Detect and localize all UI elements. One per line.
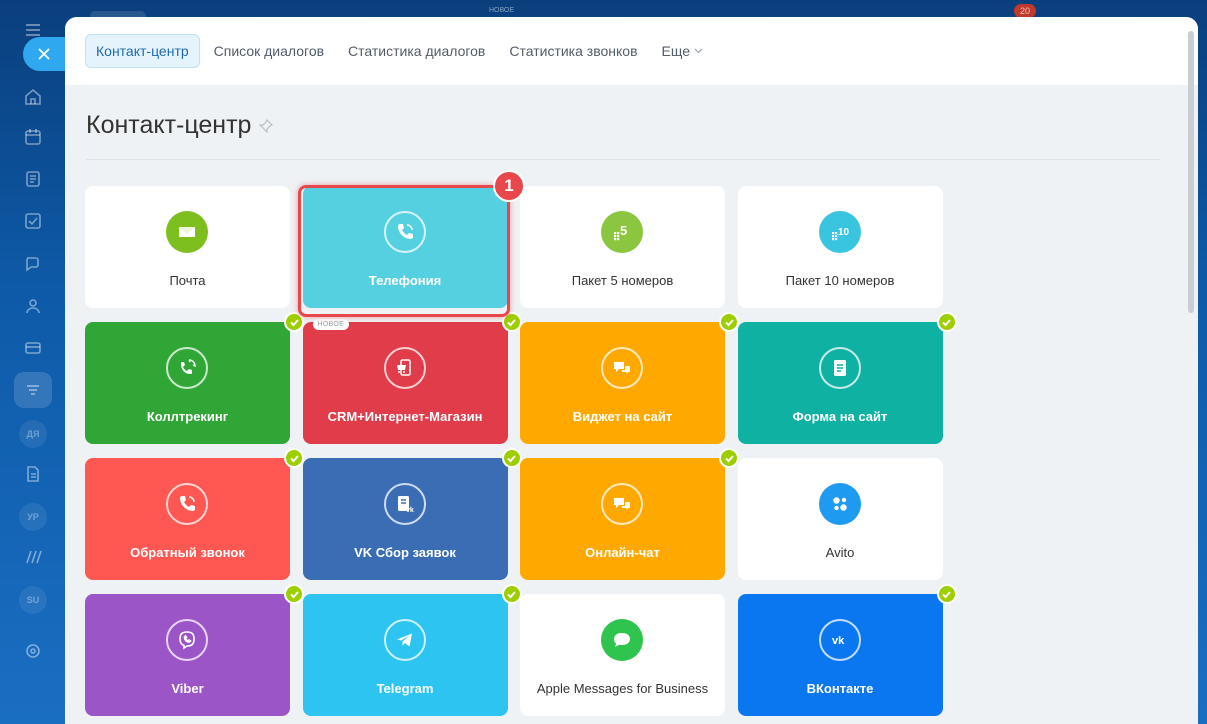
- connector-tile-calltracking[interactable]: Коллтрекинг: [85, 312, 304, 444]
- tab-more[interactable]: Еще: [652, 35, 714, 67]
- notification-badge: 20: [1014, 4, 1036, 18]
- apple-messages-icon: [601, 619, 643, 661]
- connector-tile-chat[interactable]: Виджет на сайт: [520, 312, 739, 444]
- chats-icon[interactable]: [22, 252, 44, 274]
- connector-tile-form[interactable]: Форма на сайт: [737, 312, 957, 444]
- new-badge: НОВОЕ: [312, 319, 350, 330]
- tasks-icon[interactable]: [22, 210, 44, 232]
- slashes-icon[interactable]: [22, 546, 44, 568]
- connected-check-icon: [284, 448, 304, 468]
- calltracking-icon: [166, 347, 208, 389]
- chat-icon: [601, 347, 643, 389]
- tile-label: Виджет на сайт: [572, 409, 673, 424]
- connector-tile-mail[interactable]: Почта: [85, 186, 290, 308]
- divider: [86, 159, 1160, 160]
- connector-tile-vk[interactable]: vk ВКонтакте: [737, 584, 957, 716]
- page-header: Контакт-центр: [86, 111, 274, 140]
- card-icon[interactable]: [22, 337, 44, 359]
- tile-label: Онлайн-чат: [585, 545, 660, 560]
- connector-tile-viber[interactable]: Viber: [85, 584, 304, 716]
- connector-tile-numbers-10[interactable]: 10 Пакет 10 номеров: [737, 186, 943, 308]
- connector-tile-vk-leads[interactable]: vk VK Сбор заявок: [302, 448, 522, 580]
- tab-contact-center[interactable]: Контакт-центр: [85, 34, 200, 68]
- mail-icon: [166, 211, 208, 253]
- contact-center-panel: Контакт-центр Список диалогов Статистика…: [65, 17, 1198, 724]
- connected-check-icon: [936, 312, 957, 332]
- avatar[interactable]: УР: [19, 503, 47, 531]
- chat-icon: [601, 483, 643, 525]
- settings-icon[interactable]: [22, 640, 44, 662]
- tab-more-label: Еще: [661, 43, 691, 59]
- connector-tile-phone[interactable]: Телефония: [302, 176, 522, 308]
- tile-label: Форма на сайт: [792, 409, 888, 424]
- users-icon[interactable]: [22, 295, 44, 317]
- connected-check-icon: [936, 584, 957, 604]
- tile-label: Viber: [171, 681, 204, 696]
- tile-label: Обратный звонок: [130, 545, 245, 560]
- viber-icon: [166, 619, 208, 661]
- connector-tile-chat[interactable]: Онлайн-чат: [520, 448, 739, 580]
- tile-label: CRM+Интернет-Магазин: [327, 409, 483, 424]
- avatar[interactable]: SU: [19, 586, 47, 614]
- connector-tile-callback[interactable]: Обратный звонок: [85, 448, 304, 580]
- phone-icon: [383, 211, 426, 253]
- avito-icon: [818, 483, 861, 525]
- tile-label: VK Сбор заявок: [354, 545, 456, 560]
- connected-check-icon: [501, 312, 522, 332]
- connected-check-icon: [284, 312, 304, 332]
- tile-label: ВКонтакте: [806, 681, 874, 696]
- pin-icon[interactable]: [259, 118, 274, 133]
- tile-label: Telegram: [376, 681, 434, 696]
- tab-call-stats[interactable]: Статистика звонков: [499, 35, 647, 67]
- connected-check-icon: [719, 448, 739, 468]
- scrollbar[interactable]: [1188, 31, 1194, 313]
- vk-leads-icon: vk: [383, 483, 426, 525]
- svg-text:vk: vk: [406, 507, 414, 514]
- svg-text:10: 10: [838, 227, 850, 238]
- callback-icon: [166, 483, 208, 525]
- tile-label: Пакет 5 номеров: [571, 273, 674, 288]
- tile-label: Avito: [825, 545, 855, 560]
- close-slider-button[interactable]: [23, 37, 65, 71]
- top-navigation: Контакт-центр Список диалогов Статистика…: [65, 17, 1198, 85]
- connector-tile-avito[interactable]: Avito: [737, 458, 943, 580]
- svg-text:5: 5: [620, 223, 627, 238]
- numbers-5-icon: 5: [601, 211, 643, 253]
- form-icon: [818, 347, 861, 389]
- connected-check-icon: [719, 312, 739, 332]
- tile-label: Почта: [169, 273, 206, 288]
- tile-label: Пакет 10 номеров: [785, 273, 895, 288]
- connector-tile-shop[interactable]: CRM+Интернет-Магазин НОВОЕ: [302, 312, 522, 444]
- vk-icon: vk: [818, 619, 861, 661]
- tab-dialog-stats[interactable]: Статистика диалогов: [338, 35, 495, 67]
- connector-tile-numbers-5[interactable]: 5 Пакет 5 номеров: [520, 186, 725, 308]
- numbers-10-icon: 10: [818, 211, 861, 253]
- connected-check-icon: [501, 448, 522, 468]
- background-new-label: НОВОЕ: [489, 7, 515, 14]
- step-marker: 1: [493, 170, 525, 202]
- chevron-down-icon: [694, 46, 703, 56]
- svg-text:vk: vk: [832, 635, 845, 647]
- connector-tile-apple-messages[interactable]: Apple Messages for Business: [520, 594, 725, 716]
- connector-tile-telegram[interactable]: Telegram: [302, 584, 522, 716]
- connected-check-icon: [284, 584, 304, 604]
- tab-dialog-list[interactable]: Список диалогов: [204, 35, 334, 67]
- funnel-icon[interactable]: [22, 379, 44, 401]
- calendar-icon[interactable]: [22, 126, 44, 148]
- connected-check-icon: [501, 584, 522, 604]
- telegram-icon: [383, 619, 426, 661]
- document-icon[interactable]: [22, 168, 44, 190]
- tile-label: Apple Messages for Business: [536, 681, 709, 696]
- close-icon: [38, 48, 50, 60]
- avatar[interactable]: ДЯ: [19, 420, 47, 448]
- page-title: Контакт-центр: [86, 111, 252, 139]
- left-sidebar: ДЯ УР SU: [0, 0, 66, 724]
- tile-label: Телефония: [368, 273, 442, 288]
- shop-icon: [383, 347, 426, 389]
- tile-label: Коллтрекинг: [146, 409, 229, 424]
- file-icon[interactable]: [22, 463, 44, 485]
- home-icon[interactable]: [22, 86, 44, 108]
